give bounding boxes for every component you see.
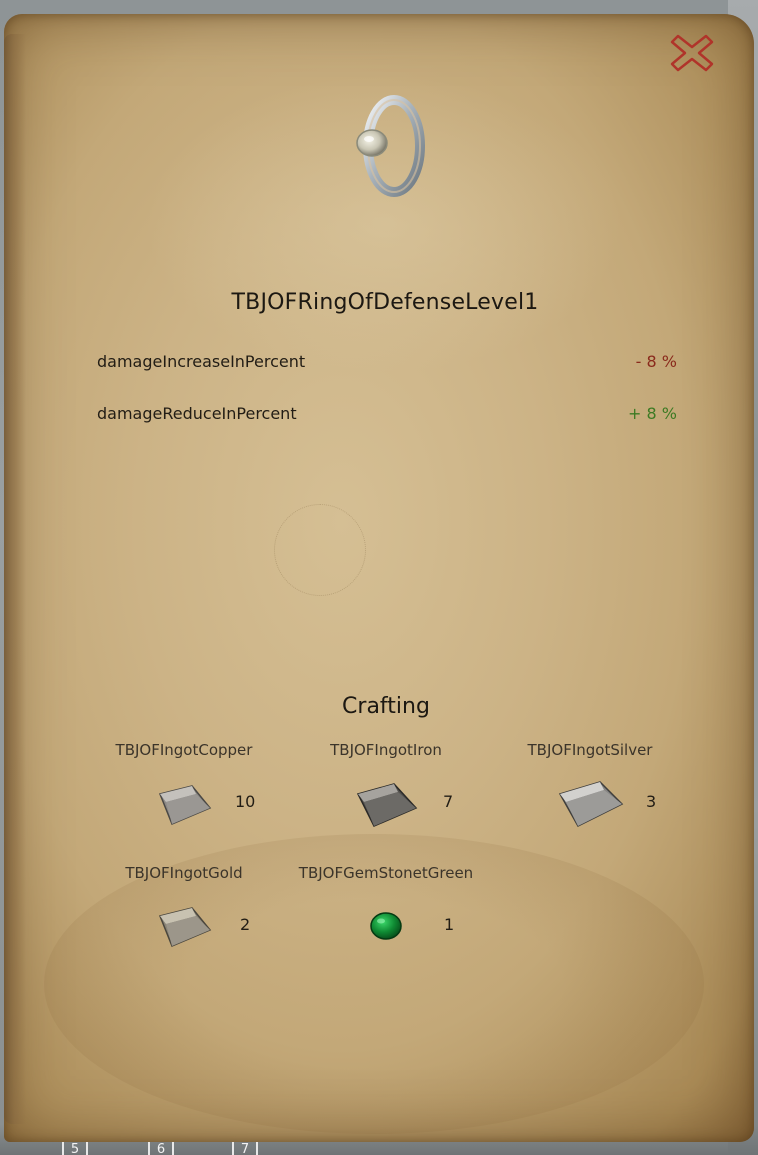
stat-name: damageReduceInPercent [97,404,297,423]
ingot-icon [556,776,624,827]
ingredient-count: 10 [235,792,256,811]
ingredient-name: TBJOFIngotCopper [115,741,253,759]
ingredient-name: TBJOFIngotSilver [527,741,653,759]
ingot-icon [154,902,214,952]
close-button[interactable] [668,32,716,74]
ingredient-count: 2 [240,915,251,934]
crafting-title: Crafting [342,694,430,719]
stat-value: - 8 % [635,352,677,371]
ingredient-count: 1 [444,915,455,934]
item-title: TBJOFRingOfDefenseLevel1 [231,290,539,315]
silver-ring-with-gem-icon [346,88,436,203]
stat-row: damageReduceInPercent + 8 % [97,404,677,426]
ingot-icon [354,778,418,828]
stat-row: damageIncreaseInPercent - 8 % [97,352,677,374]
ingot-icon [154,780,214,830]
ingredient-name: TBJOFIngotGold [125,864,243,882]
ingredient-name: TBJOFIngotIron [330,741,442,759]
green-gem-icon [364,906,424,956]
ingredient-count: 7 [443,792,454,811]
ingredient-name: TBJOFGemStonetGreen [298,864,474,882]
close-x-icon [670,34,714,72]
ingredient-count: 3 [646,792,657,811]
paper-stain-ring [274,504,366,596]
stat-value: + 8 % [628,404,677,423]
stat-name: damageIncreaseInPercent [97,352,306,371]
